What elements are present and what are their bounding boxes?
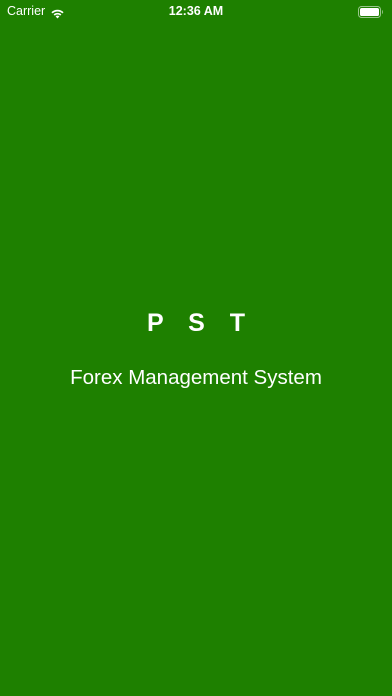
app-subtitle: Forex Management System — [70, 366, 322, 389]
battery-icon — [358, 5, 384, 18]
status-time: 12:36 AM — [168, 4, 224, 18]
splash-screen: Carrier 12:36 AM P S T Forex Management … — [0, 0, 392, 696]
status-bar: Carrier 12:36 AM — [0, 0, 392, 22]
app-title: P S T — [146, 309, 255, 337]
